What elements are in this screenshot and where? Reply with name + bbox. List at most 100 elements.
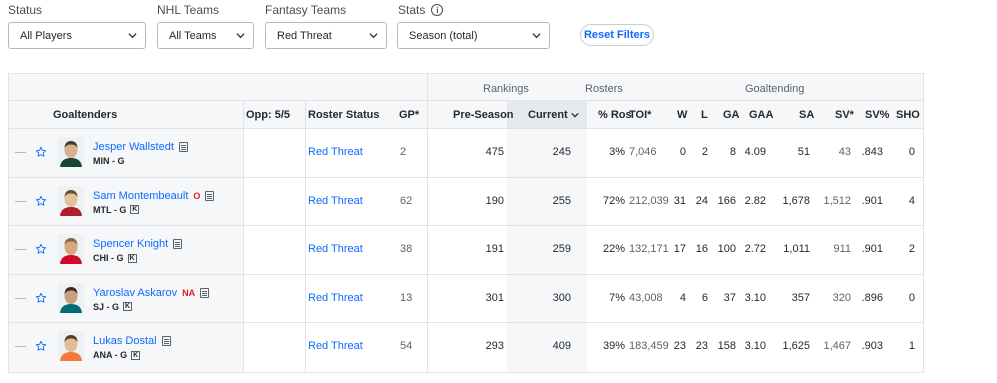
col-toi[interactable]: TOI* [629,109,651,121]
roster-status-link[interactable]: Red Threat [308,292,363,304]
team-position: MIN - G [93,156,125,166]
goaltenders-table: Rankings Rosters Goaltending Goaltenders… [8,73,924,373]
notes-icon[interactable] [173,239,183,249]
cell-w: 4 [679,291,686,304]
col-l[interactable]: L [701,109,708,121]
fantasy-teams-filter-label: Fantasy Teams [265,3,347,17]
col-pre-season[interactable]: Pre-Season [453,109,514,121]
roster-status-link[interactable]: Red Threat [308,146,363,158]
cell-ga: 8 [729,146,736,158]
fantasy-teams-select[interactable]: Red Threat [265,22,387,49]
table-row: Spencer Knight CHI - G K Red Threat 38 1… [9,226,923,275]
drop-player-icon[interactable] [15,249,26,250]
roster-status-link[interactable]: Red Threat [308,340,363,352]
team-position: ANA - G [93,350,128,360]
col-sv[interactable]: SV* [835,109,854,121]
col-ga[interactable]: GA [723,109,740,121]
player-headshot[interactable] [58,234,84,264]
col-w[interactable]: W [677,109,687,121]
roster-status-link[interactable]: Red Threat [308,195,363,207]
col-sho[interactable]: SHO [896,109,920,121]
notes-icon[interactable] [161,336,171,346]
player-name-link[interactable]: Yaroslav Askarov [93,287,177,299]
stats-select-value: Season (total) [409,29,478,42]
drop-player-icon[interactable] [15,346,26,347]
nhl-teams-select[interactable]: All Teams [157,22,254,49]
player-name-link[interactable]: Lukas Dostal [93,335,157,347]
table-row: Lukas Dostal ANA - G K Red Threat 54 293… [9,323,923,372]
star-outline-icon[interactable] [35,195,47,207]
table-row: Jesper Wallstedt MIN - G Red Threat 2 47… [9,129,923,178]
keeper-badge-icon: K [123,302,133,311]
cell-pre-season: 301 [485,291,504,304]
col-sv-pct[interactable]: SV% [865,109,889,121]
notes-icon[interactable] [178,142,188,152]
col-pct-ros[interactable]: % Ros [598,109,632,121]
cell-gaa: 2.72 [744,243,766,255]
col-current[interactable]: Current [528,109,579,121]
cell-ga: 166 [717,194,736,207]
cell-sv: 1,467 [823,340,851,352]
cell-ga: 158 [717,340,736,352]
player-name-link[interactable]: Spencer Knight [93,238,168,250]
nhl-teams-select-value: All Teams [169,29,217,42]
keeper-badge-icon: K [127,253,137,263]
table-group-header: Rankings Rosters Goaltending [9,74,923,101]
cell-current: 409 [552,340,571,352]
current-column-highlight [507,323,587,372]
col-gaa[interactable]: GAA [749,109,773,121]
cell-gp: 13 [400,291,413,304]
filter-bar: Status All Players NHL Teams All Teams F… [0,0,997,60]
status-select[interactable]: All Players [8,22,146,49]
drop-player-icon[interactable] [15,297,26,299]
player-headshot[interactable] [58,331,84,361]
col-roster-status[interactable]: Roster Status [308,109,380,121]
cell-l: 6 [701,291,708,304]
cell-w: 17 [673,243,686,255]
col-goaltenders[interactable]: Goaltenders [53,109,117,121]
chevron-down-icon [128,33,137,39]
cell-w: 0 [679,146,686,158]
cell-sv: 911 [833,243,851,255]
player-name-link[interactable]: Sam Montembeault [93,190,188,202]
player-headshot[interactable] [58,185,84,216]
chevron-down-icon [369,33,378,39]
reset-filters-button[interactable]: Reset Filters [580,24,654,46]
cell-pct-ros: 7% [609,291,625,304]
col-gp[interactable]: GP* [399,109,419,121]
star-outline-icon[interactable] [35,340,47,352]
cell-toi: 43,008 [629,291,663,304]
cell-gaa: 3.10 [744,291,766,304]
cell-sho: 0 [908,291,915,304]
notes-icon[interactable] [205,190,215,201]
cell-pct-ros: 72% [602,194,625,207]
roster-status-link[interactable]: Red Threat [308,243,363,255]
status-select-value: All Players [20,29,72,42]
cell-current: 300 [552,291,571,304]
drop-player-icon[interactable] [15,200,26,202]
team-position: SJ - G [93,301,120,312]
injury-status-badge: NA [182,287,196,298]
col-sa[interactable]: SA [799,109,814,121]
keeper-badge-icon: K [131,350,141,360]
current-column-highlight [507,226,587,274]
col-opp[interactable]: Opp: 5/5 [246,109,290,121]
drop-player-icon[interactable] [15,152,26,153]
info-icon[interactable]: i [431,4,444,16]
cell-gaa: 2.82 [744,194,766,207]
player-headshot[interactable] [58,137,84,167]
cell-l: 24 [695,194,708,207]
nhl-teams-filter-label: NHL Teams [157,3,220,17]
cell-ga: 37 [723,291,736,304]
player-headshot[interactable] [58,282,84,313]
rankings-group-label: Rankings [483,83,529,95]
cell-pct-ros: 22% [602,243,625,255]
star-outline-icon[interactable] [35,243,47,255]
stats-select[interactable]: Season (total) [397,22,550,49]
fantasy-teams-select-value: Red Threat [277,29,332,42]
star-outline-icon[interactable] [35,292,47,304]
cell-sho: 4 [908,194,915,207]
player-name-link[interactable]: Jesper Wallstedt [93,141,174,153]
notes-icon[interactable] [200,287,210,298]
star-outline-icon[interactable] [35,146,47,158]
